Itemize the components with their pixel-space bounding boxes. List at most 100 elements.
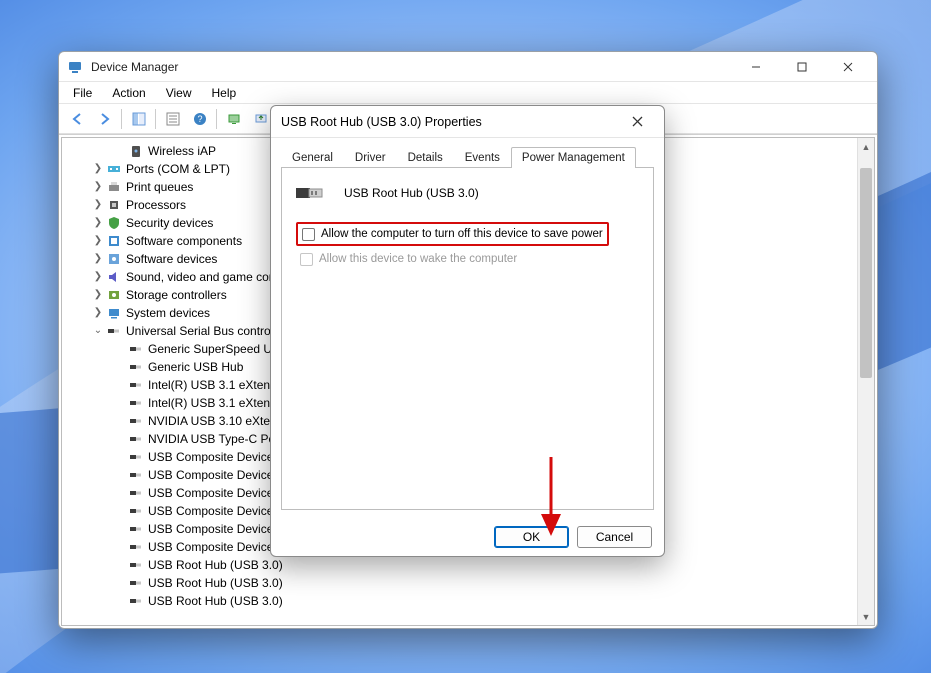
software-dev-icon xyxy=(106,251,122,267)
usb-icon xyxy=(128,359,144,375)
tree-item-label: Print queues xyxy=(126,178,193,196)
tabstrip: General Driver Details Events Power Mana… xyxy=(281,146,654,167)
tab-power-management[interactable]: Power Management xyxy=(511,147,636,168)
tree-item-label: Ports (COM & LPT) xyxy=(126,160,230,178)
usb-icon xyxy=(128,557,144,573)
usb-icon xyxy=(128,395,144,411)
chevron-icon[interactable]: ❯ xyxy=(92,304,104,322)
tree-item-label: Software devices xyxy=(126,250,217,268)
chevron-icon[interactable]: ❯ xyxy=(92,232,104,250)
chevron-icon[interactable]: ❯ xyxy=(92,286,104,304)
tree-item-label: USB Composite Device xyxy=(148,484,273,502)
software-comp-icon xyxy=(106,233,122,249)
tree-item-label: Software components xyxy=(126,232,242,250)
menu-view[interactable]: View xyxy=(158,84,200,102)
close-button[interactable] xyxy=(825,52,871,82)
dialog-titlebar[interactable]: USB Root Hub (USB 3.0) Properties xyxy=(271,106,664,138)
menu-action[interactable]: Action xyxy=(104,84,153,102)
tree-item-label: Security devices xyxy=(126,214,213,232)
scroll-down-icon[interactable]: ▼ xyxy=(858,608,874,625)
chevron-icon[interactable]: ❯ xyxy=(92,250,104,268)
tree-item[interactable]: USB Root Hub (USB 3.0) xyxy=(70,574,874,592)
chevron-icon[interactable]: ❯ xyxy=(92,214,104,232)
system-icon xyxy=(106,305,122,321)
forward-button[interactable] xyxy=(92,108,117,130)
usb-icon xyxy=(128,341,144,357)
usb-icon xyxy=(128,593,144,609)
back-button[interactable] xyxy=(65,108,90,130)
scan-hardware-button[interactable] xyxy=(221,108,246,130)
chevron-icon[interactable]: ❯ xyxy=(92,196,104,214)
tree-item-label: USB Root Hub (USB 3.0) xyxy=(148,556,283,574)
maximize-button[interactable] xyxy=(779,52,825,82)
security-icon xyxy=(106,215,122,231)
window-title: Device Manager xyxy=(91,60,733,74)
checkbox-icon xyxy=(300,253,313,266)
usb-icon xyxy=(128,485,144,501)
scrollbar-vertical[interactable]: ▲ ▼ xyxy=(857,138,874,625)
tab-events[interactable]: Events xyxy=(454,147,511,168)
processors-icon xyxy=(106,197,122,213)
tree-item[interactable]: USB Root Hub (USB 3.0) xyxy=(70,556,874,574)
usb-icon xyxy=(128,521,144,537)
tree-item-label: Universal Serial Bus controllers xyxy=(126,322,293,340)
chevron-icon[interactable]: ⌄ xyxy=(92,322,104,340)
tree-item-label: USB Composite Device xyxy=(148,466,273,484)
tree-item-label: Processors xyxy=(126,196,186,214)
wireless-iap-icon xyxy=(128,143,144,159)
usb-icon xyxy=(128,413,144,429)
app-icon xyxy=(67,59,83,75)
tree-item-label: USB Composite Device xyxy=(148,520,273,538)
device-name: USB Root Hub (USB 3.0) xyxy=(344,186,479,200)
tab-general[interactable]: General xyxy=(281,147,344,168)
menu-file[interactable]: File xyxy=(65,84,100,102)
usb-plug-icon xyxy=(296,182,332,204)
cancel-button[interactable]: Cancel xyxy=(577,526,652,548)
checkbox-allow-wake: Allow this device to wake the computer xyxy=(300,250,639,268)
usb-icon xyxy=(128,503,144,519)
checkbox-icon[interactable] xyxy=(302,228,315,241)
titlebar[interactable]: Device Manager xyxy=(59,52,877,82)
menu-help[interactable]: Help xyxy=(204,84,245,102)
scroll-up-icon[interactable]: ▲ xyxy=(858,138,874,155)
chevron-icon[interactable]: ❯ xyxy=(92,178,104,196)
scroll-thumb[interactable] xyxy=(860,168,872,378)
usb-icon xyxy=(128,377,144,393)
print-queues-icon xyxy=(106,179,122,195)
properties-button[interactable] xyxy=(160,108,185,130)
storage-icon xyxy=(106,287,122,303)
tree-item[interactable]: USB Root Hub (USB 3.0) xyxy=(70,592,874,610)
minimize-button[interactable] xyxy=(733,52,779,82)
usb-icon xyxy=(128,467,144,483)
usb-icon xyxy=(128,575,144,591)
chevron-icon[interactable]: ❯ xyxy=(92,268,104,286)
annotation-highlight: Allow the computer to turn off this devi… xyxy=(296,222,609,246)
checkbox-allow-turn-off[interactable]: Allow the computer to turn off this devi… xyxy=(302,225,603,243)
tree-item-label: USB Composite Device xyxy=(148,448,273,466)
chevron-icon[interactable]: ❯ xyxy=(92,160,104,178)
tree-item-label: Wireless iAP xyxy=(148,142,216,160)
menubar: File Action View Help xyxy=(59,82,877,104)
properties-dialog: USB Root Hub (USB 3.0) Properties Genera… xyxy=(270,105,665,557)
tab-panel-power: USB Root Hub (USB 3.0) Allow the compute… xyxy=(281,167,654,510)
ports-icon xyxy=(106,161,122,177)
sound-icon xyxy=(106,269,122,285)
svg-text:?: ? xyxy=(197,114,202,124)
tree-item-label: USB Root Hub (USB 3.0) xyxy=(148,574,283,592)
dialog-close-button[interactable] xyxy=(620,106,654,138)
tree-item-label: USB Composite Device xyxy=(148,538,273,556)
tab-driver[interactable]: Driver xyxy=(344,147,397,168)
tab-details[interactable]: Details xyxy=(397,147,454,168)
checkbox-label: Allow the computer to turn off this devi… xyxy=(321,228,603,240)
checkbox-label: Allow this device to wake the computer xyxy=(319,253,517,265)
tree-item-label: USB Composite Device xyxy=(148,502,273,520)
usb-ctrl-icon xyxy=(106,323,122,339)
help-button[interactable]: ? xyxy=(187,108,212,130)
tree-item-label: System devices xyxy=(126,304,210,322)
show-hide-tree-button[interactable] xyxy=(126,108,151,130)
tree-item-label: Generic USB Hub xyxy=(148,358,243,376)
usb-icon xyxy=(128,431,144,447)
usb-icon xyxy=(128,449,144,465)
ok-button[interactable]: OK xyxy=(494,526,569,548)
dialog-title: USB Root Hub (USB 3.0) Properties xyxy=(281,115,620,129)
